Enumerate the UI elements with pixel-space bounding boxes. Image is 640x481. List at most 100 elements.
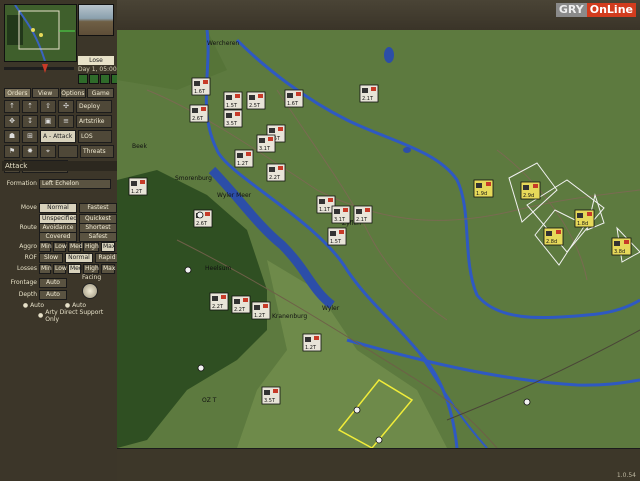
friendly-unit-10[interactable]: 2.2T [266, 163, 286, 182]
enemy-unit-4[interactable]: 3.8d [611, 237, 632, 256]
place-label-0: Wyler Meer [217, 192, 252, 199]
bombard-icon[interactable]: ✸ [22, 145, 38, 158]
objective-marker-0[interactable] [196, 211, 204, 219]
move-up-fast-icon[interactable]: ⇡ [22, 100, 38, 113]
enemy-unit-3-label: 2.8d [546, 239, 557, 245]
friendly-unit-0[interactable]: 1.6T [191, 77, 211, 96]
losses-med-option[interactable]: Med [68, 263, 83, 274]
route-label: Route [19, 224, 37, 231]
tab-orders[interactable]: Orders [4, 88, 31, 98]
depth-select[interactable]: Auto [39, 289, 67, 300]
friendly-unit-8[interactable]: 3.1T [256, 134, 276, 153]
withdraw-icon[interactable]: ↧ [22, 115, 38, 128]
friendly-unit-21[interactable]: 1.2T [302, 333, 322, 352]
friendly-unit-14[interactable]: 1.5T [327, 227, 347, 246]
attack-button[interactable]: A - Attack [40, 130, 76, 143]
photo-caption: Lose [78, 56, 114, 65]
route-covered-option[interactable]: Covered [39, 231, 77, 242]
friendly-unit-1[interactable]: 2.6T [189, 104, 209, 123]
objective-marker-5[interactable] [375, 436, 383, 444]
losses-min-option[interactable]: Min [39, 263, 52, 274]
rest-icon[interactable]: ☗ [4, 130, 20, 143]
aggro-min-option[interactable]: Min [39, 241, 52, 252]
aggro-high-option[interactable]: High [83, 241, 99, 252]
tactical-map[interactable]: Wyler Meer Zyflen Wyler Beek Smorenburg Heels… [117, 30, 640, 448]
formation-select[interactable]: Left Echelon [39, 178, 111, 189]
rof-row: ROF Slow Normal Rapid [4, 252, 119, 263]
auto-radio-icon[interactable]: ● [23, 302, 28, 309]
friendly-unit-9[interactable]: 1.2T [234, 149, 254, 168]
tab-game[interactable]: Game [87, 88, 114, 98]
friendly-unit-4[interactable]: 1.6T [284, 89, 304, 108]
watermark-brand: GRY [555, 3, 587, 17]
enemy-unit-2-label: 1.8d [577, 221, 588, 227]
minimap[interactable] [4, 4, 77, 62]
friendly-unit-13[interactable]: 2.1T [353, 205, 373, 224]
friendly-unit-2[interactable]: 1.5T [223, 91, 243, 110]
enemy-unit-0[interactable]: 1.9d [473, 179, 494, 198]
losses-max-option[interactable]: Max [101, 263, 115, 274]
friendly-unit-20[interactable]: 3.5T [261, 386, 281, 405]
friendly-unit-4-label: 1.6T [287, 101, 299, 107]
defend-icon[interactable]: ▣ [40, 115, 56, 128]
aggro-low-option[interactable]: Low [53, 241, 67, 252]
day-time: Day 1, 05:00 [78, 66, 117, 73]
artstrike-button[interactable]: Artstrike [76, 115, 112, 128]
support-icon[interactable]: ⌖ [40, 145, 56, 158]
tab-options[interactable]: Options [59, 88, 87, 98]
move-fastest-option[interactable]: Fastest [79, 202, 117, 213]
losses-high-option[interactable]: High [83, 263, 99, 274]
time-slider[interactable] [4, 64, 74, 73]
objective-marker-2[interactable] [197, 364, 205, 372]
threats-button[interactable]: Threats [80, 145, 114, 158]
aggro-max-option[interactable]: Max [101, 241, 115, 252]
advance-icon[interactable]: ⇧ [40, 100, 56, 113]
friendly-unit-5[interactable]: 2.1T [359, 84, 379, 103]
enemy-unit-2[interactable]: 1.8d [574, 209, 595, 228]
friendly-unit-16[interactable]: 1.2T [128, 177, 148, 196]
recon-icon[interactable]: ⚑ [4, 145, 20, 158]
friendly-unit-15[interactable]: 2.6T [193, 209, 213, 228]
arty-checkbox-icon[interactable]: ● [38, 312, 43, 319]
facing-label: Facing [82, 274, 102, 281]
los-button[interactable]: LOS [78, 130, 112, 143]
rof-normal-option[interactable]: Normal [65, 252, 93, 263]
speed-controls [78, 74, 121, 84]
embark-icon[interactable]: ⊞ [22, 130, 38, 143]
blank-button[interactable] [58, 145, 78, 158]
play-button[interactable] [89, 74, 99, 84]
pause-button[interactable] [78, 74, 88, 84]
dig-in-icon[interactable]: ≡ [58, 115, 74, 128]
facing-dial[interactable] [82, 283, 98, 299]
move-normal-option[interactable]: Normal [39, 202, 77, 213]
friendly-unit-6[interactable]: 3.5T [223, 109, 243, 128]
losses-low-option[interactable]: Low [53, 263, 67, 274]
move-up-icon[interactable]: ↑ [4, 100, 20, 113]
objective-marker-3[interactable] [353, 406, 361, 414]
version-label: 1.0.54 [616, 472, 636, 479]
friendly-unit-11-label: 1.1T [319, 207, 331, 213]
friendly-unit-18[interactable]: 2.2T [231, 295, 251, 314]
enemy-unit-1[interactable]: 2.9d [520, 181, 541, 200]
friendly-unit-19[interactable]: 1.2T [251, 301, 271, 320]
enemy-unit-3[interactable]: 2.8d [543, 227, 564, 246]
hold-icon[interactable]: ✥ [4, 115, 20, 128]
place-label-3: Beek [132, 143, 147, 150]
friendly-unit-17[interactable]: 2.2T [209, 292, 229, 311]
friendly-unit-12[interactable]: 3.1T [331, 205, 351, 224]
fast-button[interactable] [100, 74, 110, 84]
tab-view[interactable]: View [31, 88, 59, 98]
probe-icon[interactable]: ✣ [58, 100, 74, 113]
objective-marker-4[interactable] [523, 398, 531, 406]
aggro-med-option[interactable]: Med [68, 241, 83, 252]
friendly-unit-6-label: 3.5T [226, 121, 238, 127]
objective-marker-1[interactable] [184, 266, 192, 274]
frontage-select[interactable]: Auto [39, 277, 67, 288]
rof-slow-option[interactable]: Slow [39, 252, 63, 263]
route-safest-option[interactable]: Safest [79, 231, 117, 242]
deploy-button[interactable]: Deploy [76, 100, 112, 113]
friendly-unit-13-label: 2.1T [356, 217, 368, 223]
aggro-label: Aggro [19, 243, 37, 250]
friendly-unit-3[interactable]: 2.5T [246, 91, 266, 110]
rof-rapid-option[interactable]: Rapid [95, 252, 119, 263]
